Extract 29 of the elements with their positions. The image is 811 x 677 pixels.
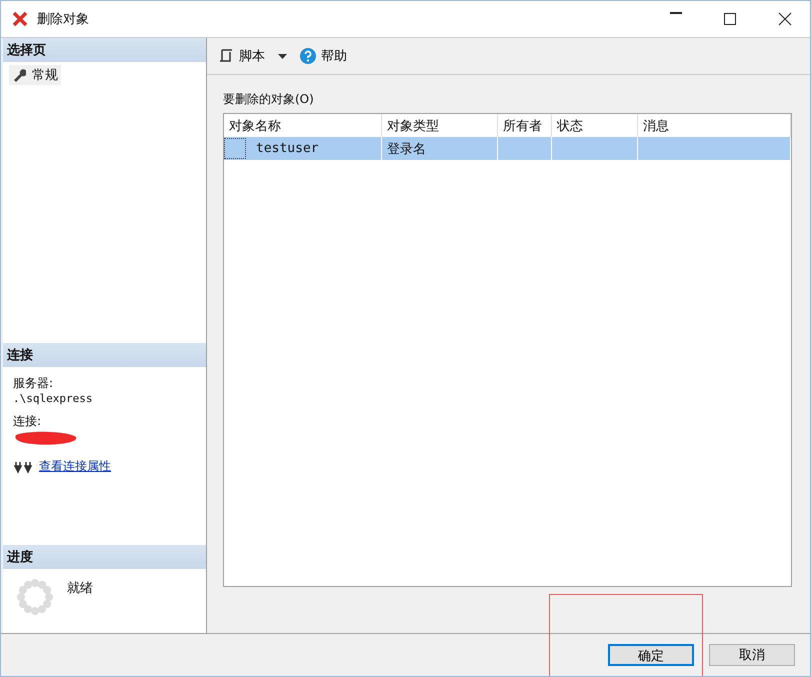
spinner-icon [17,579,53,615]
section-header: 进度 [3,545,206,569]
table-cell: testuser [256,141,319,156]
section-header: 连接 [3,343,206,367]
table-cell-text: 登录名 [387,140,426,158]
script-button[interactable]: 脚本 [215,45,268,67]
cancel-button[interactable]: 取消 [709,644,795,666]
server-label: 服务器: [13,375,54,392]
table-row[interactable]: testuser 登录名 [224,137,791,160]
page-item[interactable]: 常规 [9,65,61,85]
minimize-icon [670,12,682,14]
window-title: 删除对象 [37,11,89,28]
progress-status: 就绪 [67,580,93,597]
wrench-icon [12,68,26,82]
connection-properties-link[interactable]: 查看连接属性 [39,458,111,475]
caret-icon [278,54,287,58]
help-button[interactable]: 帮助 [297,45,350,67]
script-icon [218,48,234,64]
ok-button[interactable]: 确定 [608,644,694,666]
delete-icon [11,10,29,28]
objects-label: 要删除的对象(O) [223,91,315,108]
close-icon [778,12,792,26]
page-label: 常规 [32,67,58,84]
section-header: 选择页 [3,38,206,62]
server-name: .\sqlexpress [13,392,94,405]
maximize-icon [723,12,737,26]
help-icon [300,48,316,64]
connection-label: 连接: [13,413,42,430]
focus-marker [224,138,246,159]
